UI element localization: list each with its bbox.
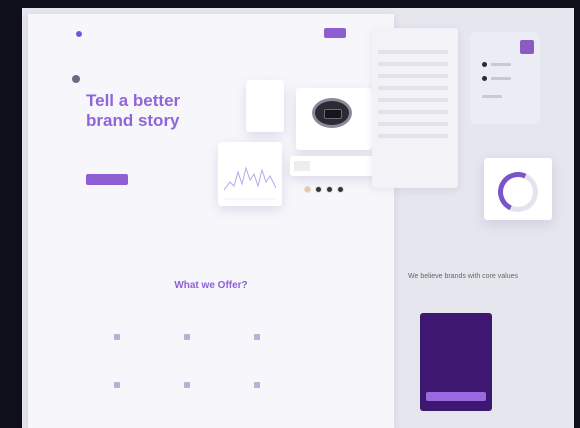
feature-icon [254, 382, 260, 388]
side-row [378, 122, 448, 126]
logo-icon [76, 31, 82, 37]
right-section-title: We believe brands with core values [408, 273, 518, 280]
mobile-menu-item[interactable] [482, 94, 526, 99]
feature-icon [184, 382, 190, 388]
menu-line [482, 95, 502, 98]
menu-icon[interactable] [520, 40, 534, 54]
offer-item[interactable] [114, 334, 184, 350]
watch-card [296, 88, 372, 150]
mobile-menu-item[interactable] [482, 62, 526, 67]
bullet-icon [482, 76, 487, 81]
feature-icon [184, 334, 190, 340]
design-showcase: Tell a better brand story What we Offer?… [22, 8, 574, 428]
promo-button[interactable] [426, 392, 486, 401]
gauge-icon [492, 166, 544, 218]
nav-cta-button[interactable] [324, 28, 346, 38]
hero-cta-button[interactable] [86, 174, 128, 185]
mini-card [246, 80, 284, 132]
offer-item[interactable] [114, 382, 184, 398]
side-row [378, 62, 448, 66]
watch-image [312, 98, 352, 128]
swatch[interactable] [315, 186, 322, 193]
feature-icon [114, 334, 120, 340]
side-row [378, 98, 448, 102]
bullet-icon [482, 62, 487, 67]
feature-icon [254, 334, 260, 340]
side-row [378, 86, 448, 90]
color-swatches [304, 186, 344, 193]
side-row [378, 134, 448, 138]
swatch[interactable] [304, 186, 311, 193]
gauge-card [484, 158, 552, 220]
side-panel [372, 28, 458, 188]
offer-grid [114, 334, 324, 398]
side-row [378, 74, 448, 78]
mobile-menu-item[interactable] [482, 76, 526, 81]
product-tag-card [290, 156, 376, 176]
offer-item[interactable] [254, 334, 324, 350]
menu-line [491, 77, 511, 80]
offer-item[interactable] [254, 382, 324, 398]
hero-title: Tell a better brand story [86, 91, 181, 130]
chart-icon [224, 166, 276, 200]
badge-icon [72, 75, 80, 83]
offer-title: What we Offer? [174, 280, 248, 291]
top-nav [28, 14, 394, 54]
swatch[interactable] [337, 186, 344, 193]
logo[interactable] [76, 31, 82, 37]
tag-box [294, 161, 310, 171]
side-row [378, 50, 448, 54]
chart-card [218, 142, 282, 206]
promo-card [420, 313, 492, 411]
landing-page: Tell a better brand story What we Offer? [28, 14, 394, 428]
feature-icon [114, 382, 120, 388]
swatch[interactable] [326, 186, 333, 193]
side-row [378, 110, 448, 114]
menu-line [491, 63, 511, 66]
offer-item[interactable] [184, 334, 254, 350]
mobile-menu-mockup [470, 32, 540, 124]
watch-screen [324, 109, 342, 119]
offer-item[interactable] [184, 382, 254, 398]
